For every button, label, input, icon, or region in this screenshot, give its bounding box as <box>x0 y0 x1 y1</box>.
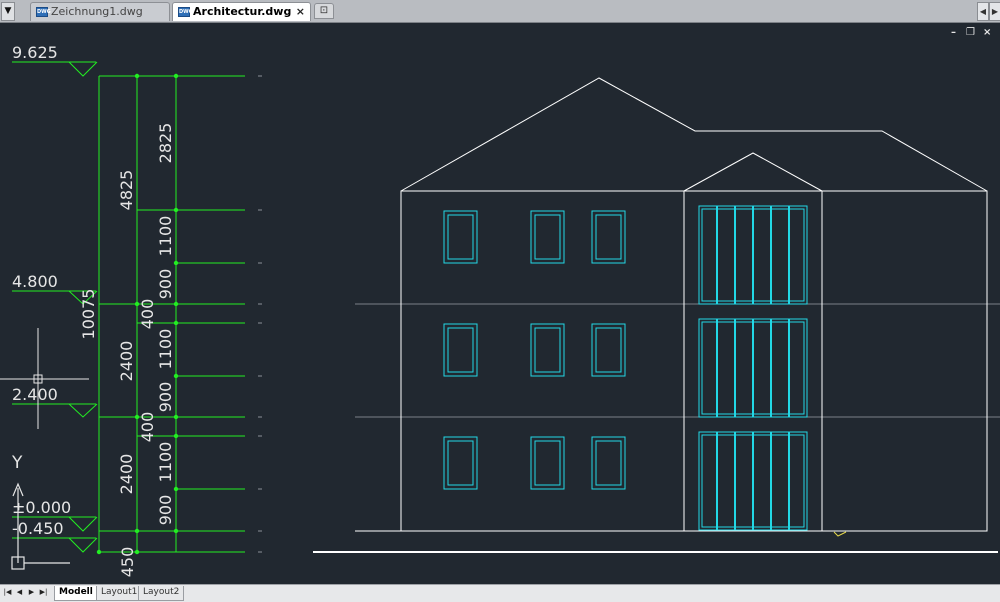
dimension-text: 400 <box>138 412 157 443</box>
dimension-text: 900 <box>156 495 175 526</box>
dimension-text: 900 <box>156 382 175 413</box>
tab-modell[interactable]: Modell <box>54 586 98 601</box>
window-frame <box>443 436 478 490</box>
windows-group <box>443 205 808 531</box>
tab-zeichnung1[interactable]: DWG Zeichnung1.dwg <box>30 2 170 21</box>
new-tab-icon: ⊡ <box>319 5 329 16</box>
dimension-text: 10075 <box>79 289 98 340</box>
next-layout-icon[interactable]: ▶ <box>27 587 36 598</box>
window-pane <box>595 327 622 373</box>
tab-label: Zeichnung1.dwg <box>51 5 143 18</box>
grip-marker-icon <box>833 531 847 537</box>
tab-scroll-right-icon[interactable]: ▶ <box>989 2 1000 21</box>
window-pane <box>447 440 474 486</box>
prev-layout-icon[interactable]: ◀ <box>15 587 24 598</box>
window-pane <box>595 440 622 486</box>
window-pane <box>447 327 474 373</box>
dimension-text: 1100 <box>156 216 175 257</box>
crosshair-cursor-icon <box>0 328 89 429</box>
level-label: 4.800 <box>12 272 58 291</box>
tab-layout1[interactable]: Layout1 <box>96 586 143 601</box>
dimension-text: 1100 <box>156 442 175 483</box>
tab-menu-dropdown-icon[interactable]: ▼ <box>1 2 15 21</box>
window-frame <box>530 436 565 490</box>
window-frame <box>591 323 626 377</box>
level-label: 2.400 <box>12 385 58 404</box>
tab-label: Architectur.dwg <box>193 5 292 18</box>
dimension-text: 450 <box>118 547 137 578</box>
extension-endpoints <box>258 75 262 553</box>
dwg-file-icon: DWG <box>178 7 193 17</box>
window-pane <box>595 214 622 260</box>
ucs-y-label: Y <box>11 453 23 473</box>
window-frame <box>530 210 565 264</box>
window-pane <box>534 327 561 373</box>
layout-tab-bar: |◀ ◀ ▶ ▶| Modell Layout1 Layout2 <box>0 584 1000 602</box>
window-pane <box>534 440 561 486</box>
level-label: -0.450 <box>12 519 64 538</box>
tab-architectur[interactable]: DWG Architectur.dwg × <box>172 2 311 21</box>
window-frame <box>443 323 478 377</box>
dimension-text: 400 <box>138 299 157 330</box>
document-tab-bar: ▼ DWG Zeichnung1.dwg DWG Architectur.dwg… <box>0 0 1000 23</box>
level-label: 9.625 <box>12 43 58 62</box>
drawing-canvas[interactable]: 9.625 4.800 2.400 ±0.000 -0.450 10075 45… <box>0 23 1000 584</box>
window-frame <box>591 210 626 264</box>
first-layout-icon[interactable]: |◀ <box>3 587 12 598</box>
tab-layout2[interactable]: Layout2 <box>138 586 185 601</box>
dimension-text: 4825 <box>117 170 136 211</box>
window-pane <box>447 214 474 260</box>
level-label: ±0.000 <box>12 498 71 517</box>
new-drawing-tab-button[interactable]: ⊡ <box>314 3 334 19</box>
window-frame <box>530 323 565 377</box>
window-frame <box>443 210 478 264</box>
tab-scroll-left-icon[interactable]: ◀ <box>977 2 989 21</box>
dimension-texts: 10075 450 4825 2400 2400 400 400 2825 11… <box>79 123 175 578</box>
last-layout-icon[interactable]: ▶| <box>39 587 48 598</box>
dimension-text: 2400 <box>117 454 136 495</box>
drawing-viewport[interactable]: – ❐ × 9.625 4.800 2.400 ±0.000 -0.450 10… <box>0 23 1000 584</box>
dimension-text: 900 <box>156 269 175 300</box>
close-tab-icon[interactable]: × <box>296 3 305 21</box>
dimension-text: 2400 <box>117 341 136 382</box>
window-frame <box>591 436 626 490</box>
dimension-text: 1100 <box>156 329 175 370</box>
dwg-file-icon: DWG <box>36 7 51 17</box>
dimension-text: 2825 <box>156 123 175 164</box>
window-pane <box>534 214 561 260</box>
floor-level-lines <box>355 303 1000 418</box>
